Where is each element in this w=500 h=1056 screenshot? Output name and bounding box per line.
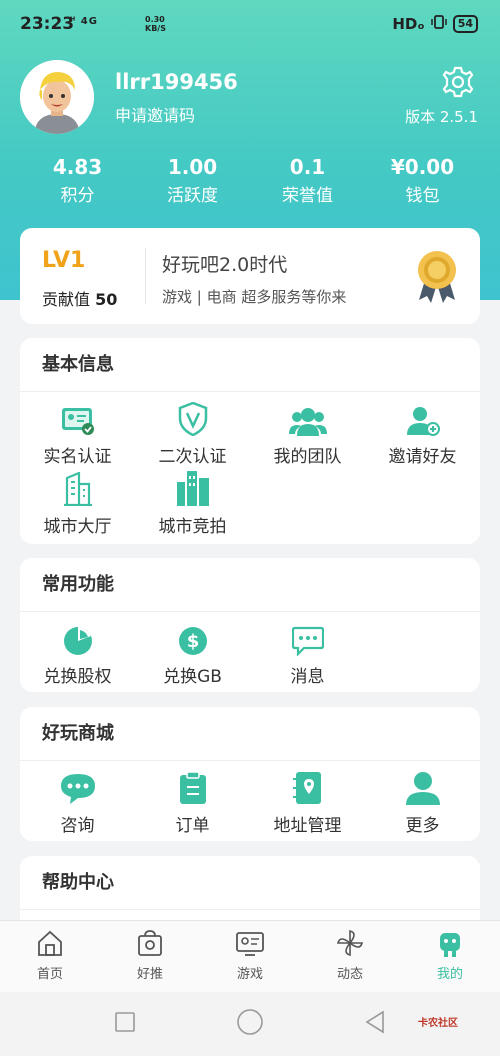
- basic-info-card: 基本信息 实名认证 二次认证 我的团队 邀请好友 城市大厅 城市竞拍: [20, 338, 480, 544]
- shield-v-icon: [135, 400, 250, 436]
- city-bid-icon: [135, 470, 250, 506]
- stat-activity[interactable]: 1.00 活跃度: [135, 155, 250, 206]
- consult-icon: [20, 769, 135, 805]
- tab-recommend[interactable]: 好推: [100, 921, 200, 992]
- home-icon: [0, 929, 100, 959]
- net-speed: 0.30 KB/S: [145, 15, 166, 33]
- mall-title: 好玩商城: [20, 707, 480, 761]
- address-book-icon: [250, 769, 365, 805]
- gear-icon[interactable]: [440, 64, 476, 100]
- status-time: 23:23: [20, 14, 75, 34]
- help-center-title: 帮助中心: [20, 856, 480, 910]
- era-title: 好玩吧2.0时代: [162, 254, 288, 276]
- common-functions-card: 常用功能 兑换股权 $ 兑换GB 消息: [20, 558, 480, 692]
- team-icon: [250, 400, 365, 436]
- invite-friend-button[interactable]: 邀请好友: [365, 392, 480, 467]
- realname-auth-button[interactable]: 实名认证: [20, 392, 135, 467]
- city-hall-button[interactable]: 城市大厅: [20, 462, 135, 537]
- my-team-button[interactable]: 我的团队: [250, 392, 365, 467]
- tab-home[interactable]: 首页: [0, 921, 100, 992]
- battery-icon: 54: [452, 15, 478, 33]
- robot-icon: [400, 929, 500, 959]
- stat-honor[interactable]: 0.1 荣誉值: [250, 155, 365, 206]
- game-card-icon: [200, 929, 300, 959]
- clipboard-icon: [135, 769, 250, 805]
- add-friend-icon: [365, 400, 480, 436]
- back-nav-icon[interactable]: [365, 1010, 384, 1034]
- tab-games[interactable]: 游戏: [200, 921, 300, 992]
- medal-icon: [415, 250, 459, 304]
- recent-apps-icon[interactable]: [115, 1012, 135, 1032]
- basic-info-title: 基本信息: [20, 338, 480, 392]
- chat-icon: [250, 620, 365, 656]
- pie-icon: [20, 620, 135, 656]
- bag-icon: [100, 929, 200, 959]
- divider: [145, 248, 146, 304]
- signal-icon: ᴴ 4G: [70, 16, 98, 27]
- level-badge: LV1: [42, 248, 86, 273]
- consult-button[interactable]: 咨询: [20, 761, 135, 836]
- messages-button[interactable]: 消息: [250, 612, 365, 687]
- pinwheel-icon: [300, 929, 400, 959]
- avatar[interactable]: [20, 60, 94, 134]
- building-icon: [20, 470, 135, 506]
- stat-wallet[interactable]: ¥0.00 钱包: [365, 155, 480, 206]
- watermark-logo: 卡农社区: [418, 1018, 458, 1029]
- tab-feed[interactable]: 动态: [300, 921, 400, 992]
- address-management-button[interactable]: 地址管理: [250, 761, 365, 836]
- exchange-equity-button[interactable]: 兑换股权: [20, 612, 135, 687]
- app-version: 版本 2.5.1: [405, 108, 478, 126]
- dollar-icon: $: [135, 620, 250, 656]
- second-auth-button[interactable]: 二次认证: [135, 392, 250, 467]
- bottom-tab-bar: 首页 好推 游戏 动态 我的: [0, 920, 500, 992]
- exchange-gb-button[interactable]: $ 兑换GB: [135, 612, 250, 687]
- contribution: 贡献值 50: [42, 290, 118, 309]
- hd-indicator: HDₒ: [392, 15, 425, 33]
- status-bar: 23:23 ᴴ 4G 0.30 KB/S HDₒ 54: [0, 0, 500, 48]
- stats-row: 4.83 积分 1.00 活跃度 0.1 荣誉值 ¥0.00 钱包: [0, 155, 500, 206]
- user-more-icon: [365, 769, 480, 805]
- city-bid-button[interactable]: 城市竞拍: [135, 462, 250, 537]
- era-subtitle: 游戏 | 电商 超多服务等你来: [162, 288, 347, 306]
- tab-mine[interactable]: 我的: [400, 921, 500, 992]
- username: llrr199456: [115, 70, 238, 94]
- id-card-verified-icon: [20, 400, 135, 436]
- home-nav-icon[interactable]: [237, 1009, 263, 1035]
- mall-card: 好玩商城 咨询 订单 地址管理 更多: [20, 707, 480, 841]
- more-button[interactable]: 更多: [365, 761, 480, 836]
- invite-code-link[interactable]: 申请邀请码: [115, 102, 195, 126]
- orders-button[interactable]: 订单: [135, 761, 250, 836]
- common-functions-title: 常用功能: [20, 558, 480, 612]
- level-card[interactable]: LV1 贡献值 50 好玩吧2.0时代 游戏 | 电商 超多服务等你来: [20, 228, 480, 324]
- vibrate-icon: [430, 14, 447, 34]
- svg-text:$: $: [186, 631, 199, 652]
- stat-points[interactable]: 4.83 积分: [20, 155, 135, 206]
